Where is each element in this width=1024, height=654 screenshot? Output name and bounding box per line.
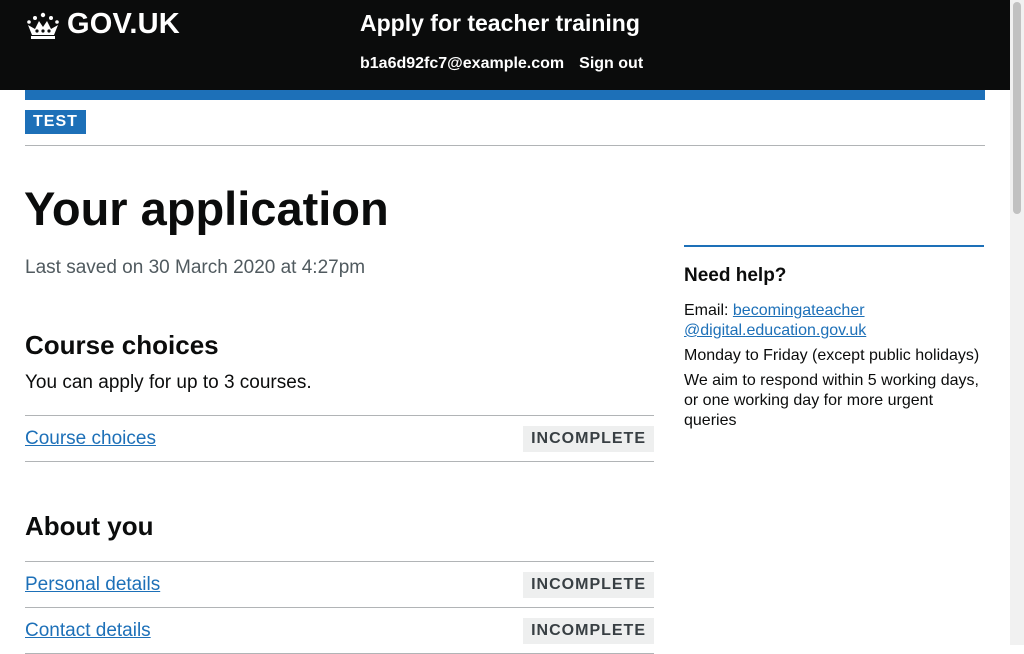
sign-out-link[interactable]: Sign out [579,55,643,73]
help-hours-text: Monday to Friday (except public holidays… [684,347,980,364]
email-part-2: @digital.education.gov.uk [684,322,867,339]
scrollbar-thumb[interactable] [1013,2,1021,214]
last-saved-text: Last saved on 30 March 2020 at 4:27pm [25,257,366,278]
page-scrollbar[interactable] [1010,0,1024,645]
header-nav: b1a6d92fc7@example.com Sign out [360,55,643,73]
help-heading: Need help? [684,265,787,286]
phase-banner: TEST [25,110,985,146]
task-list-about-you: Personal details INCOMPLETE Contact deta… [25,561,654,654]
section-heading-about-you: About you [25,511,154,541]
task-link-contact-details[interactable]: Contact details [25,620,151,642]
crown-icon [27,12,59,39]
task-link-course-choices[interactable]: Course choices [25,428,156,450]
task-row: Course choices INCOMPLETE [25,415,654,462]
help-sidebar: Need help? Email: becomingateacher @digit… [684,245,984,436]
section-heading-course-choices: Course choices [25,330,219,360]
logo-text: GOV.UK [67,8,180,40]
phase-tag: TEST [25,110,86,134]
help-response-text: We aim to respond within 5 working days,… [684,372,979,429]
help-email-text: Email: becomingateacher @digital.educatio… [684,301,984,341]
service-name-link[interactable]: Apply for teacher training [360,10,640,37]
status-badge: INCOMPLETE [523,571,654,598]
page-title: Your application [24,182,389,235]
user-email: b1a6d92fc7@example.com [360,55,565,72]
task-row: Personal details INCOMPLETE [25,561,654,607]
task-row: Contact details INCOMPLETE [25,607,654,654]
status-badge: INCOMPLETE [523,425,654,452]
header-blue-bar [25,90,985,100]
section-description: You can apply for up to 3 courses. [25,372,312,393]
govuk-logo-link[interactable]: GOV.UK [25,8,180,41]
task-link-personal-details[interactable]: Personal details [25,574,160,596]
email-label: Email: [684,302,733,319]
task-list-course-choices: Course choices INCOMPLETE [25,415,654,462]
email-part-1: becomingateacher [732,302,865,319]
site-header: GOV.UK Apply for teacher training b1a6d9… [0,0,1010,90]
status-badge: INCOMPLETE [523,617,654,644]
